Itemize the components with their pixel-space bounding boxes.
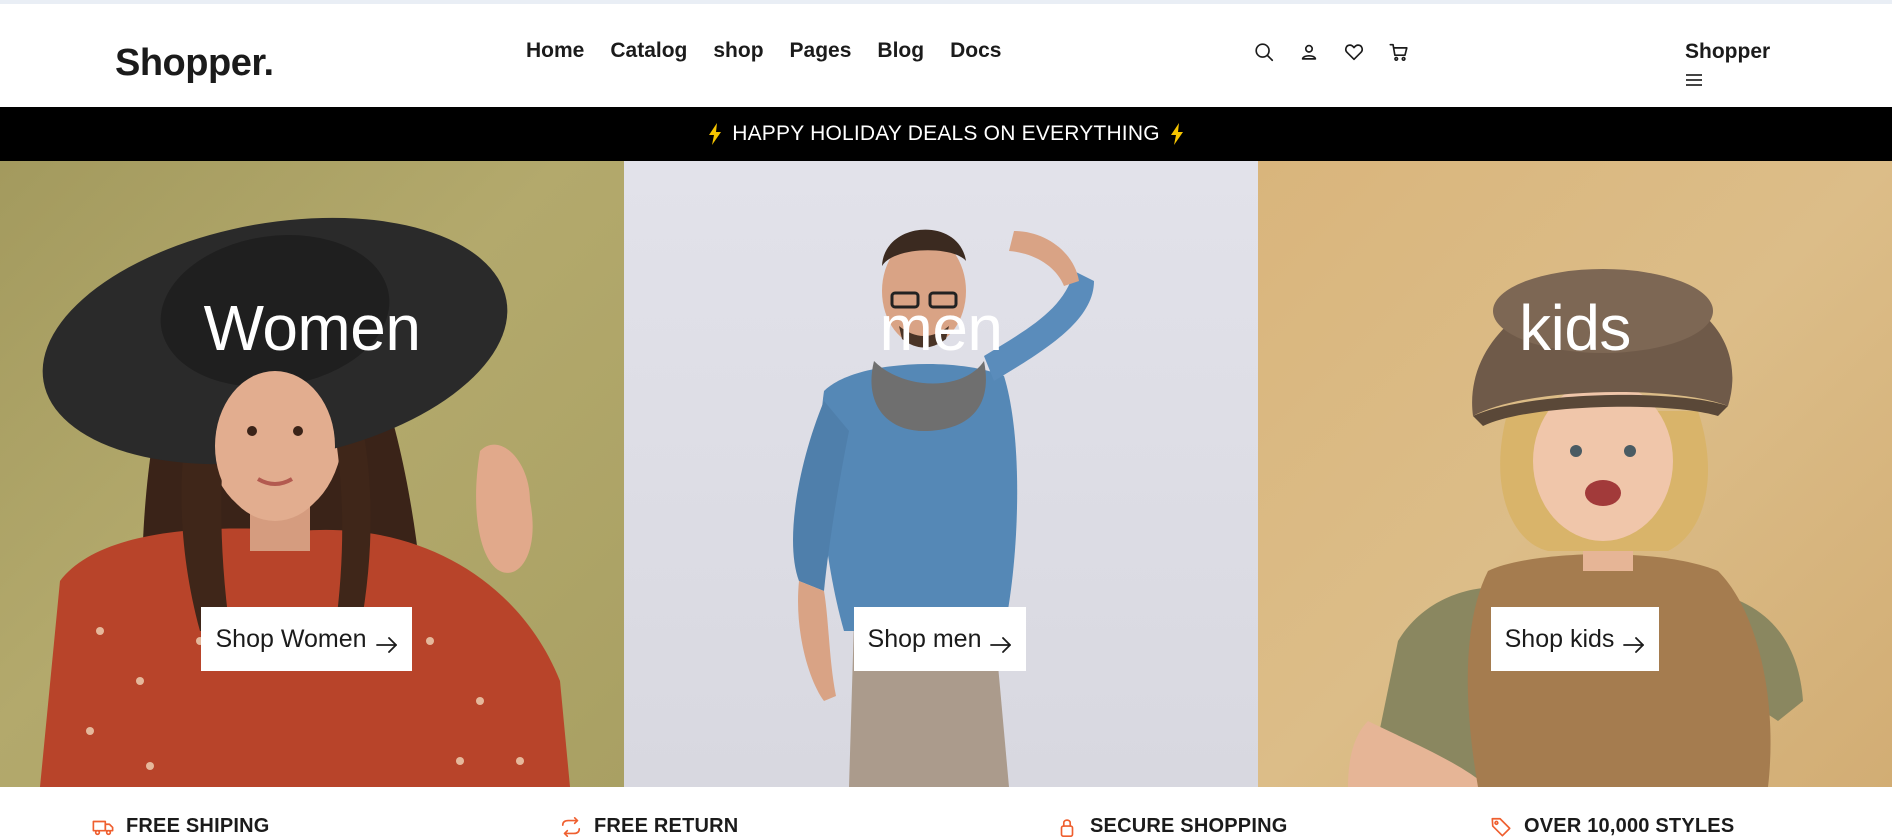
search-icon[interactable] — [1252, 40, 1276, 64]
promo-bar: HAPPY HOLIDAY DEALS ON EVERYTHING — [0, 107, 1892, 161]
shop-men-label: Shop men — [867, 624, 982, 653]
lightning-icon — [708, 123, 722, 145]
user-menu[interactable]: Shopper — [1685, 40, 1770, 86]
site-header: Shopper. Home Catalog shop Pages Blog Do… — [0, 4, 1892, 107]
feature-free-return: FREE RETURN — [560, 815, 738, 837]
kids-model-image — [1348, 269, 1803, 787]
user-menu-label[interactable]: Shopper — [1685, 40, 1770, 64]
truck-icon — [92, 816, 114, 837]
header-icons — [1252, 40, 1432, 64]
feature-label: SECURE SHOPPING — [1090, 815, 1288, 837]
user-icon[interactable] — [1297, 40, 1321, 64]
kids-category-title: kids — [1519, 292, 1631, 364]
shop-kids-label: Shop kids — [1504, 624, 1615, 653]
nav-item-catalog[interactable]: Catalog — [610, 39, 687, 63]
feature-free-shipping: FREE SHIPING — [92, 815, 270, 837]
menu-icon[interactable] — [1686, 74, 1702, 88]
heart-icon[interactable] — [1342, 40, 1366, 64]
women-category-title: Women — [203, 292, 421, 364]
lock-icon — [1056, 816, 1078, 837]
women-model-image — [40, 217, 570, 787]
kids-category-panel[interactable]: kids Shop kids — [1258, 161, 1892, 787]
cart-icon[interactable] — [1387, 40, 1411, 64]
shop-kids-button[interactable]: Shop kids — [1491, 607, 1659, 671]
nav-item-pages[interactable]: Pages — [790, 39, 852, 63]
promo-text: HAPPY HOLIDAY DEALS ON EVERYTHING — [732, 122, 1160, 145]
shop-women-button[interactable]: Shop Women — [201, 607, 412, 671]
feature-label: OVER 10,000 STYLES — [1524, 815, 1735, 837]
refresh-icon — [560, 816, 582, 837]
lightning-icon — [1170, 123, 1184, 145]
nav-item-docs[interactable]: Docs — [950, 39, 1001, 63]
nav-item-home[interactable]: Home — [526, 39, 584, 63]
main-nav: Home Catalog shop Pages Blog Docs — [526, 39, 1027, 63]
feature-label: FREE RETURN — [594, 815, 739, 837]
category-hero: Women Shop Women men Shop men kids Shop … — [0, 161, 1892, 787]
men-model-image — [793, 229, 1094, 787]
shop-men-button[interactable]: Shop men — [854, 607, 1026, 671]
tag-icon — [1490, 816, 1512, 837]
features-bar: FREE SHIPING FREE RETURN SECURE SHOPPING… — [0, 787, 1892, 837]
arrow-right-icon — [375, 631, 398, 653]
feature-secure-shopping: SECURE SHOPPING — [1056, 815, 1287, 837]
arrow-right-icon — [990, 631, 1012, 653]
nav-item-blog[interactable]: Blog — [877, 39, 924, 63]
men-category-title: men — [879, 292, 1004, 364]
feature-label: FREE SHIPING — [126, 815, 270, 837]
nav-item-shop[interactable]: shop — [713, 39, 763, 63]
arrow-right-icon — [1623, 631, 1645, 653]
men-category-panel[interactable]: men Shop men — [624, 161, 1258, 787]
feature-over-10000-styles: OVER 10,000 STYLES — [1490, 815, 1734, 837]
shop-women-label: Shop Women — [215, 624, 367, 653]
women-category-panel[interactable]: Women Shop Women — [0, 161, 624, 787]
site-logo[interactable]: Shopper. — [115, 42, 274, 85]
